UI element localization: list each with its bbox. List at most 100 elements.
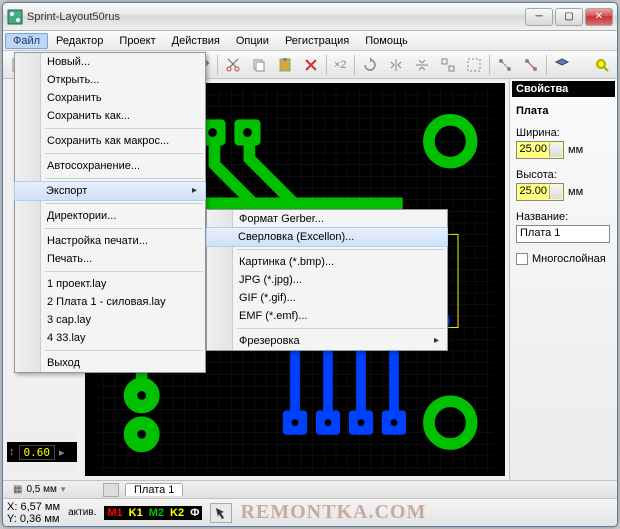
file-menu-item-0[interactable]: Новый... — [15, 53, 205, 71]
menu-file[interactable]: Файл — [5, 33, 48, 49]
window-title: Sprint-Layout50rus — [27, 11, 525, 23]
tool-layers[interactable] — [551, 54, 573, 76]
export-menu-item-0[interactable]: Формат Gerber... — [207, 210, 447, 228]
x-label: X: — [7, 501, 17, 513]
status-tool[interactable] — [210, 503, 232, 523]
window-buttons: ─ ▢ ✕ — [525, 8, 613, 26]
file-menu-item-3[interactable]: Сохранить как... — [15, 107, 205, 125]
file-menu-item-18[interactable]: 3 cap.lay — [15, 311, 205, 329]
tool-group[interactable] — [463, 54, 485, 76]
tool-mirror-v[interactable] — [411, 54, 433, 76]
name-label: Название: — [516, 211, 611, 223]
close-button[interactable]: ✕ — [585, 8, 613, 26]
rotate-icon — [362, 57, 378, 73]
tool-copy[interactable] — [248, 54, 270, 76]
status-active: актив. — [68, 507, 96, 518]
menubar: Файл Редактор Проект Действия Опции Реги… — [3, 31, 617, 51]
file-menu-item-21[interactable]: Выход — [15, 354, 205, 372]
properties-section: Плата — [516, 105, 611, 117]
menu-project[interactable]: Проект — [111, 33, 163, 49]
file-menu-dropdown: Новый...Открыть...СохранитьСохранить как… — [14, 52, 206, 373]
export-menu-item-3[interactable]: Картинка (*.bmp)... — [207, 253, 447, 271]
file-menu-item-2[interactable]: Сохранить — [15, 89, 205, 107]
file-menu-item-19[interactable]: 4 33.lay — [15, 329, 205, 347]
export-menu-item-6[interactable]: EMF (*.emf)... — [207, 307, 447, 325]
export-menu-item-5[interactable]: GIF (*.gif)... — [207, 289, 447, 307]
mirror-h-icon — [388, 57, 404, 73]
tool-mirror-h[interactable] — [385, 54, 407, 76]
file-menu-item-9[interactable]: Экспорт — [14, 181, 206, 201]
export-menu-item-8[interactable]: Фрезеровка — [207, 332, 447, 350]
left-strip-1 — [7, 426, 77, 440]
separator — [546, 55, 547, 75]
tab-add[interactable] — [103, 483, 119, 497]
tool-connections[interactable] — [494, 54, 516, 76]
separator — [326, 55, 327, 75]
height-input[interactable]: 25.00 — [516, 183, 564, 201]
delete-icon — [303, 57, 319, 73]
height-label: Высота: — [516, 169, 611, 181]
y-label: Y: — [7, 513, 17, 525]
layer-indicator[interactable]: M1K1M2K2Ф — [104, 506, 202, 520]
layers-icon — [554, 57, 570, 73]
track-width-value: 0.60 — [19, 445, 56, 460]
tool-duplicate[interactable]: ×2 — [331, 54, 350, 76]
file-menu-item-1[interactable]: Открыть... — [15, 71, 205, 89]
titlebar: Sprint-Layout50rus ─ ▢ ✕ — [3, 3, 617, 31]
watermark: REMONTKA.COM — [240, 501, 426, 524]
file-menu-item-14[interactable]: Печать... — [15, 250, 205, 268]
export-menu-item-1[interactable]: Сверловка (Excellon)... — [206, 227, 448, 247]
width-label: Ширина: — [516, 127, 611, 139]
tool-align[interactable] — [437, 54, 459, 76]
file-menu-item-11[interactable]: Директории... — [15, 207, 205, 225]
x2-label: ×2 — [334, 59, 347, 71]
tool-delete[interactable] — [300, 54, 322, 76]
file-menu-item-5[interactable]: Сохранить как макрос... — [15, 132, 205, 150]
left-strip-2 — [7, 464, 77, 478]
tool-rotate[interactable] — [359, 54, 381, 76]
menu-help[interactable]: Помощь — [357, 33, 416, 49]
grid-value: 0,5 мм — [26, 484, 56, 495]
separator — [354, 55, 355, 75]
menu-actions[interactable]: Действия — [164, 33, 228, 49]
align-icon — [440, 57, 456, 73]
menu-registration[interactable]: Регистрация — [277, 33, 357, 49]
tool-cut[interactable] — [222, 54, 244, 76]
separator — [217, 55, 218, 75]
properties-header: Свойства — [512, 81, 615, 97]
minimize-button[interactable]: ─ — [525, 8, 553, 26]
file-menu-item-16[interactable]: 1 проект.lay — [15, 275, 205, 293]
mirror-v-icon — [414, 57, 430, 73]
height-unit: мм — [568, 186, 583, 198]
file-menu-item-13[interactable]: Настройка печати... — [15, 232, 205, 250]
name-input[interactable]: Плата 1 — [516, 225, 610, 243]
y-value: 0,36 мм — [20, 513, 60, 525]
track-width-box[interactable]: ↕ 0.60 ▸ — [7, 442, 77, 462]
tool-drc[interactable] — [591, 54, 613, 76]
group-icon — [466, 57, 482, 73]
coordinates: X: 6,57 мм Y: 0,36 мм — [7, 501, 60, 525]
tool-paste[interactable] — [274, 54, 296, 76]
x-value: 6,57 мм — [20, 501, 60, 513]
copy-icon — [251, 57, 267, 73]
status-bar: X: 6,57 мм Y: 0,36 мм актив. M1K1M2K2Ф R… — [3, 498, 617, 526]
width-input[interactable]: 25.00 — [516, 141, 564, 159]
paste-icon — [277, 57, 293, 73]
multilayer-checkbox[interactable]: Многослойная — [516, 253, 611, 265]
multilayer-label: Многослойная — [532, 253, 606, 265]
maximize-button[interactable]: ▢ — [555, 8, 583, 26]
app-window: Sprint-Layout50rus ─ ▢ ✕ Файл Редактор П… — [2, 2, 618, 527]
file-menu-item-7[interactable]: Автосохранение... — [15, 157, 205, 175]
properties-panel: Свойства Плата Ширина: 25.00 мм Высота: … — [509, 79, 617, 480]
export-menu-item-4[interactable]: JPG (*.jpg)... — [207, 271, 447, 289]
menu-options[interactable]: Опции — [228, 33, 277, 49]
checkbox-box — [516, 253, 528, 265]
menu-editor[interactable]: Редактор — [48, 33, 111, 49]
app-icon — [7, 9, 23, 25]
scissors-icon — [225, 57, 241, 73]
tab-board-1[interactable]: Плата 1 — [125, 483, 183, 496]
cursor-icon — [214, 506, 228, 520]
file-menu-item-17[interactable]: 2 Плата 1 - силовая.lay — [15, 293, 205, 311]
tool-remove-conn[interactable] — [520, 54, 542, 76]
remove-conn-icon — [523, 57, 539, 73]
